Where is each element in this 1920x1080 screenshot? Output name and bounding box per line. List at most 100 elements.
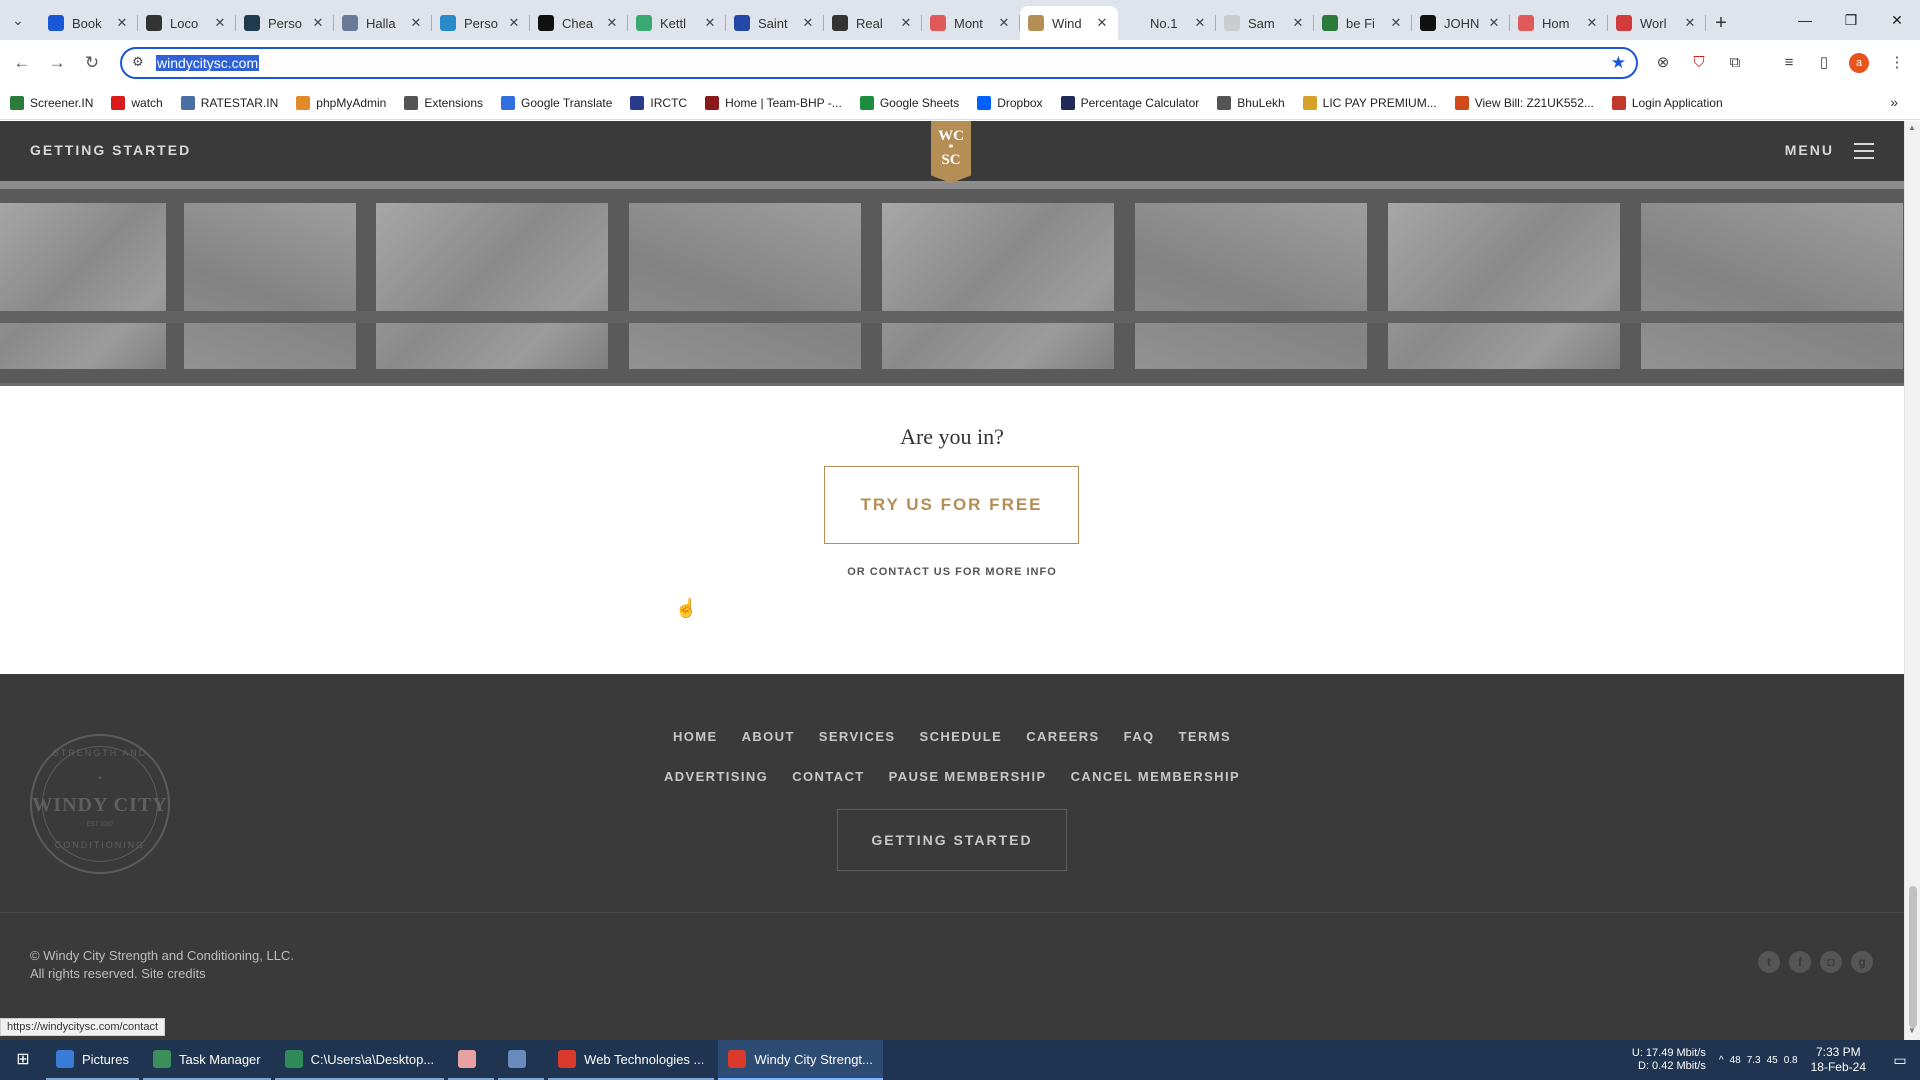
bookmark-item[interactable]: Google Sheets [859, 95, 959, 110]
bookmark-item[interactable]: Login Application [1611, 95, 1723, 110]
bookmark-item[interactable]: RATESTAR.IN [180, 95, 278, 110]
browser-tab[interactable]: Halla ✕ [334, 6, 432, 40]
header-getting-started-link[interactable]: GETTING STARTED [30, 142, 191, 158]
scroll-up-icon[interactable]: ▲ [1908, 123, 1916, 132]
hamburger-icon[interactable] [1854, 143, 1874, 159]
puzzle-icon[interactable]: ⧉ [1722, 50, 1748, 76]
footer-nav-link[interactable]: TERMS [1179, 729, 1232, 744]
browser-tab[interactable]: Mont ✕ [922, 6, 1020, 40]
footer-nav-link[interactable]: FAQ [1124, 729, 1155, 744]
browser-tab[interactable]: JOHN ✕ [1412, 6, 1510, 40]
tab-close-icon[interactable]: ✕ [996, 15, 1012, 31]
tab-search-icon[interactable]: ⌄ [6, 8, 30, 32]
bookmark-item[interactable]: Google Translate [501, 95, 612, 110]
facebook-icon[interactable]: f [1789, 951, 1811, 973]
chevron-up-icon[interactable]: ^ [1719, 1055, 1724, 1066]
bookmark-item[interactable]: Dropbox [977, 95, 1043, 110]
site-logo[interactable]: WC * SC [931, 121, 971, 183]
forward-icon[interactable]: → [43, 49, 71, 77]
browser-tab[interactable]: Wind ✕ [1020, 6, 1118, 40]
browser-tab[interactable]: Sam ✕ [1216, 6, 1314, 40]
tab-close-icon[interactable]: ✕ [702, 15, 718, 31]
tab-close-icon[interactable]: ✕ [1584, 15, 1600, 31]
tab-close-icon[interactable]: ✕ [506, 15, 522, 31]
scroll-thumb[interactable] [1909, 886, 1917, 1028]
taskbar-app[interactable]: Web Technologies ... [548, 1040, 715, 1080]
browser-tab[interactable]: Real ✕ [824, 6, 922, 40]
tab-close-icon[interactable]: ✕ [604, 15, 620, 31]
google-plus-icon[interactable]: g [1851, 951, 1873, 973]
bookmark-item[interactable]: IRCTC [630, 95, 687, 110]
tab-close-icon[interactable]: ✕ [898, 15, 914, 31]
taskbar-app[interactable] [448, 1040, 495, 1080]
tab-close-icon[interactable]: ✕ [1290, 15, 1306, 31]
kebab-menu-icon[interactable]: ⋮ [1884, 50, 1910, 76]
footer-nav-link[interactable]: ADVERTISING [664, 769, 768, 784]
browser-tab[interactable]: Perso ✕ [236, 6, 334, 40]
try-free-button[interactable]: TRY US FOR FREE [824, 466, 1079, 544]
bookmark-item[interactable]: phpMyAdmin [296, 95, 386, 110]
browser-tab[interactable]: Book ✕ [40, 6, 138, 40]
minimize-icon[interactable]: — [1782, 0, 1828, 40]
footer-nav-link[interactable]: ABOUT [742, 729, 795, 744]
footer-nav-link[interactable]: PAUSE MEMBERSHIP [889, 769, 1047, 784]
bookmark-item[interactable]: BhuLekh [1217, 95, 1285, 110]
tab-close-icon[interactable]: ✕ [1094, 15, 1110, 31]
tab-close-icon[interactable]: ✕ [1486, 15, 1502, 31]
bookmark-item[interactable]: Screener.IN [10, 95, 93, 110]
contact-link[interactable]: OR CONTACT US FOR MORE INFO [0, 566, 1904, 578]
instagram-icon[interactable]: ◘ [1820, 951, 1842, 973]
close-window-icon[interactable]: ✕ [1874, 0, 1920, 40]
browser-tab[interactable]: be Fi ✕ [1314, 6, 1412, 40]
bookmark-item[interactable]: LIC PAY PREMIUM... [1302, 95, 1437, 110]
browser-tab[interactable]: Perso ✕ [432, 6, 530, 40]
bookmarks-overflow-icon[interactable]: » [1890, 94, 1898, 110]
copyright-line2[interactable]: All rights reserved. Site credits [30, 965, 294, 983]
footer-getting-started-button[interactable]: GETTING STARTED [837, 809, 1067, 871]
footer-nav-link[interactable]: CANCEL MEMBERSHIP [1071, 769, 1240, 784]
tab-close-icon[interactable]: ✕ [310, 15, 326, 31]
page-scrollbar[interactable]: ▲ ▼ [1904, 121, 1920, 1040]
taskbar-app[interactable]: Windy City Strengt... [718, 1040, 883, 1080]
extension-icon[interactable]: ⊗ [1650, 50, 1676, 76]
bookmark-star-icon[interactable]: ★ [1611, 53, 1626, 73]
notification-icon[interactable]: ▭ [1880, 1052, 1920, 1069]
back-icon[interactable]: ← [8, 49, 36, 77]
new-tab-icon[interactable]: + [1706, 6, 1736, 40]
address-bar[interactable]: ⚙ windycitysc.com ★ [120, 47, 1638, 79]
restore-icon[interactable]: ❐ [1828, 0, 1874, 40]
windows-start-icon[interactable]: ⊞ [0, 1040, 46, 1080]
scroll-down-icon[interactable]: ▼ [1908, 1026, 1916, 1035]
clock[interactable]: 7:33 PM 18-Feb-24 [1811, 1045, 1866, 1075]
browser-tab[interactable]: Worl ✕ [1608, 6, 1706, 40]
taskbar-app[interactable]: Pictures [46, 1040, 139, 1080]
taskbar-app[interactable] [498, 1040, 545, 1080]
media-icon[interactable]: ≡ [1776, 50, 1802, 76]
tab-close-icon[interactable]: ✕ [408, 15, 424, 31]
footer-nav-link[interactable]: CAREERS [1026, 729, 1099, 744]
bookmark-item[interactable]: View Bill: Z21UK552... [1454, 95, 1594, 110]
twitter-icon[interactable]: t [1758, 951, 1780, 973]
footer-nav-link[interactable]: SERVICES [819, 729, 896, 744]
reload-icon[interactable]: ↻ [78, 49, 106, 77]
bookmark-item[interactable]: watch [111, 95, 163, 110]
browser-tab[interactable]: Chea ✕ [530, 6, 628, 40]
tab-close-icon[interactable]: ✕ [1388, 15, 1404, 31]
tab-close-icon[interactable]: ✕ [212, 15, 228, 31]
bookmark-item[interactable]: Extensions [404, 95, 483, 110]
tab-close-icon[interactable]: ✕ [1682, 15, 1698, 31]
profile-avatar[interactable]: a [1849, 53, 1869, 73]
browser-tab[interactable]: Loco ✕ [138, 6, 236, 40]
taskbar-app[interactable]: C:\Users\a\Desktop... [274, 1040, 445, 1080]
footer-nav-link[interactable]: CONTACT [792, 769, 864, 784]
address-url[interactable]: windycitysc.com [156, 55, 260, 71]
browser-tab[interactable]: No.1 ✕ [1118, 6, 1216, 40]
browser-tab[interactable]: Saint ✕ [726, 6, 824, 40]
site-info-icon[interactable]: ⚙ [132, 54, 144, 70]
tab-close-icon[interactable]: ✕ [114, 15, 130, 31]
browser-tab[interactable]: Hom ✕ [1510, 6, 1608, 40]
bookmark-item[interactable]: Percentage Calculator [1060, 95, 1199, 110]
menu-button[interactable]: MENU [1785, 142, 1834, 158]
bookmark-item[interactable]: Home | Team-BHP -... [705, 95, 842, 110]
footer-nav-link[interactable]: SCHEDULE [920, 729, 1003, 744]
